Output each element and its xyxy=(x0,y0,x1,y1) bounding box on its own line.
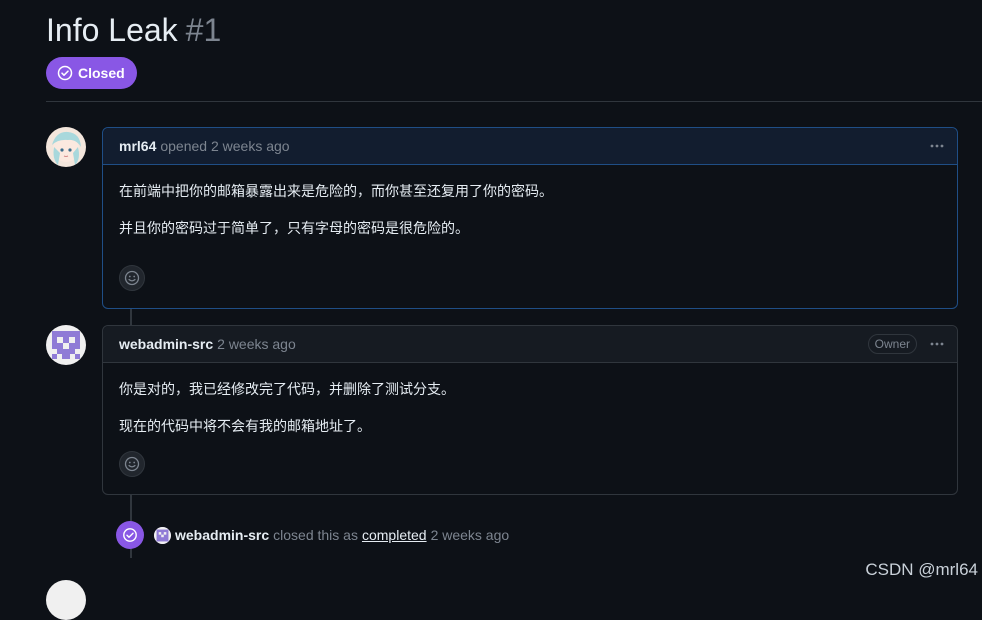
closed-state-badge: Closed xyxy=(46,57,137,89)
kebab-menu-icon[interactable] xyxy=(925,134,949,158)
event-user[interactable]: webadmin-src xyxy=(175,527,269,543)
comment-meta[interactable]: 2 weeks ago xyxy=(217,336,296,352)
comment-header: mrl64 opened 2 weeks ago xyxy=(103,128,957,165)
state-label: Closed xyxy=(78,65,125,81)
comment-paragraph: 现在的代码中将不会有我的邮箱地址了。 xyxy=(119,418,371,434)
comment-author[interactable]: mrl64 xyxy=(119,138,156,154)
kebab-menu-icon[interactable] xyxy=(925,332,949,356)
add-reaction-button[interactable] xyxy=(119,451,145,477)
issue-title: Info Leak xyxy=(46,12,178,48)
comment-paragraph: 你是对的，我已经修改完了代码，并删除了测试分支。 xyxy=(119,381,455,397)
timeline-closed-event: webadmin-src closed this as completed 2 … xyxy=(116,520,513,550)
smiley-icon xyxy=(124,270,140,286)
issue-number: #1 xyxy=(185,12,222,48)
smiley-icon xyxy=(124,456,140,472)
avatar[interactable] xyxy=(46,580,86,620)
comment-author[interactable]: webadmin-src xyxy=(119,336,213,352)
timeline-connector xyxy=(130,308,132,326)
mini-avatar[interactable] xyxy=(154,526,171,544)
completed-link[interactable]: completed xyxy=(362,527,427,543)
issue-title-row: Info Leak #1 xyxy=(46,12,221,49)
event-time[interactable]: 2 weeks ago xyxy=(431,527,510,543)
check-circle-icon xyxy=(116,521,144,549)
comment-paragraph: 并且你的密码过于简单了，只有字母的密码是很危险的。 xyxy=(119,220,469,236)
event-text: closed this as xyxy=(273,527,358,543)
avatar-webadmin-src[interactable] xyxy=(46,325,86,365)
comment-header: webadmin-src 2 weeks ago Owner xyxy=(103,326,957,363)
header-divider xyxy=(46,101,982,102)
check-circle-icon xyxy=(57,65,73,81)
comment-body: 你是对的，我已经修改完了代码，并删除了测试分支。 现在的代码中将不会有我的邮箱地… xyxy=(103,363,957,469)
add-reaction-button[interactable] xyxy=(119,265,145,291)
owner-badge: Owner xyxy=(867,334,917,354)
identicon-avatar-icon xyxy=(46,325,86,365)
comment-meta[interactable]: opened 2 weeks ago xyxy=(160,138,289,154)
watermark: CSDN @mrl64 xyxy=(865,560,978,579)
comment-body: 在前端中把你的邮箱暴露出来是危险的，而你甚至还复用了你的密码。 并且你的密码过于… xyxy=(103,165,957,271)
anime-avatar-icon xyxy=(46,127,86,167)
comment-mrl64: mrl64 opened 2 weeks ago 在前端中把你的邮箱暴露出来是危… xyxy=(102,127,958,309)
comment-paragraph: 在前端中把你的邮箱暴露出来是危险的，而你甚至还复用了你的密码。 xyxy=(119,183,553,199)
avatar-mrl64[interactable] xyxy=(46,127,86,167)
comment-webadmin-src: webadmin-src 2 weeks ago Owner 你是对的，我已经修… xyxy=(102,325,958,495)
